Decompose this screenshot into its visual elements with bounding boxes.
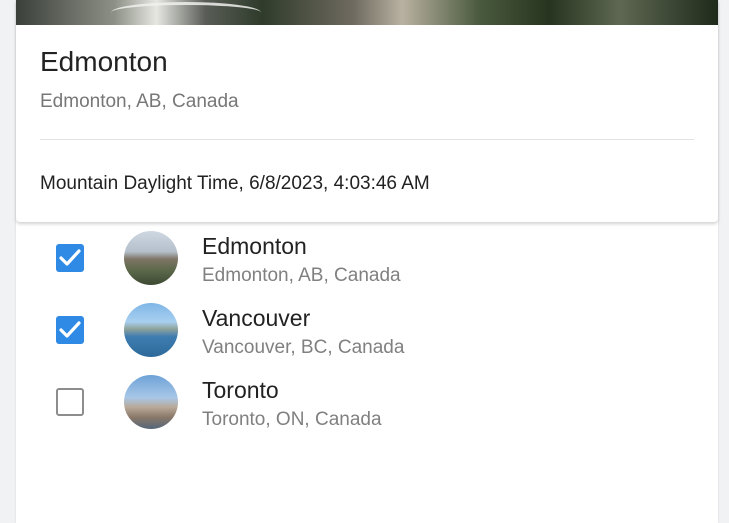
- city-location: Toronto, ON, Canada: [202, 409, 382, 430]
- toronto-avatar: [124, 375, 178, 429]
- list-item-toronto[interactable]: Toronto Toronto, ON, Canada: [16, 366, 718, 438]
- card-subtitle: Edmonton, AB, Canada: [40, 91, 239, 112]
- city-photo-banner: [16, 0, 718, 25]
- edmonton-avatar: [124, 231, 178, 285]
- checkbox-checked-icon[interactable]: [56, 316, 84, 344]
- list-item-edmonton[interactable]: Edmonton Edmonton, AB, Canada: [16, 222, 718, 294]
- city-location: Edmonton, AB, Canada: [202, 265, 401, 286]
- card-datetime: Mountain Daylight Time, 6/8/2023, 4:03:4…: [40, 173, 430, 194]
- city-name: Toronto: [202, 377, 279, 403]
- city-name: Vancouver: [202, 305, 311, 331]
- list-item-vancouver[interactable]: Vancouver Vancouver, BC, Canada: [16, 294, 718, 366]
- city-location: Vancouver, BC, Canada: [202, 337, 405, 358]
- selected-city-card: Edmonton Edmonton, AB, Canada Mountain D…: [16, 0, 718, 222]
- card-divider: [40, 139, 694, 140]
- checkbox-checked-icon[interactable]: [56, 244, 84, 272]
- vancouver-avatar: [124, 303, 178, 357]
- checkbox-unchecked-icon[interactable]: [56, 388, 84, 416]
- city-name: Edmonton: [202, 233, 307, 259]
- card-title: Edmonton: [40, 46, 168, 77]
